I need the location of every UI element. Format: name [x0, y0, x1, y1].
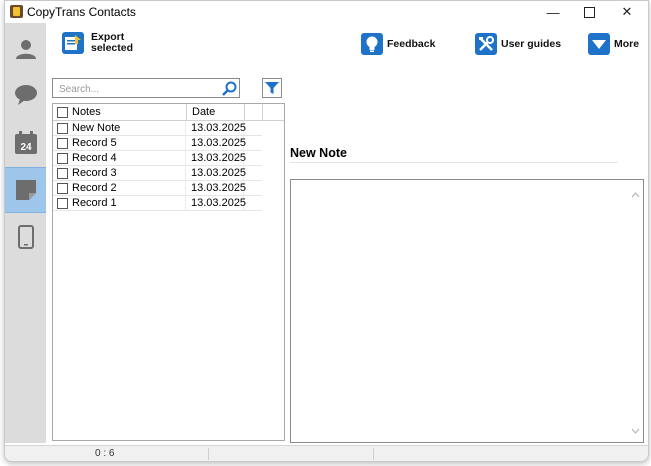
scroll-up-icon[interactable]	[631, 192, 640, 198]
row-checkbox[interactable]	[57, 122, 68, 134]
note-body-editor[interactable]	[290, 179, 644, 443]
table-row[interactable]: Record 2 13.03.2025	[53, 181, 262, 196]
phone-icon	[17, 225, 34, 249]
note-date: 13.03.2025	[191, 197, 247, 209]
export-label-line2: selected	[91, 42, 134, 54]
note-date: 13.03.2025	[191, 182, 247, 194]
title-divider	[290, 162, 618, 163]
table-row[interactable]: Record 5 13.03.2025	[53, 136, 262, 151]
column-header-date[interactable]: Date	[187, 104, 245, 120]
note-date: 13.03.2025	[191, 167, 247, 179]
status-divider	[208, 448, 209, 460]
sidebar-item-contacts[interactable]	[5, 27, 46, 71]
close-icon: ✕	[621, 4, 633, 19]
search-input[interactable]	[57, 80, 226, 98]
note-name: New Note	[72, 122, 121, 134]
close-button[interactable]: ✕	[609, 1, 645, 23]
maximize-button[interactable]	[571, 1, 607, 23]
search-box	[52, 78, 240, 98]
column-header-notes[interactable]: Notes	[53, 104, 187, 120]
select-all-checkbox[interactable]	[57, 106, 68, 118]
table-row[interactable]: Record 4 13.03.2025	[53, 151, 262, 166]
feedback-label: Feedback	[387, 37, 436, 50]
user-guides-label: User guides	[501, 37, 562, 50]
note-name: Record 2	[72, 182, 117, 194]
messages-icon	[14, 85, 37, 105]
sidebar-item-phone[interactable]	[5, 215, 46, 259]
notes-table: Notes Date New Note 13.03.2025 Record 5 …	[52, 103, 285, 441]
table-row[interactable]: Record 3 13.03.2025	[53, 166, 262, 181]
lightbulb-icon	[361, 33, 383, 55]
note-date: 13.03.2025	[191, 122, 247, 134]
notes-icon	[15, 180, 36, 200]
table-header: Notes Date	[53, 104, 284, 121]
sidebar-item-calendar[interactable]: 24	[5, 121, 46, 165]
column-header-extra	[245, 104, 263, 120]
feedback-button[interactable]: Feedback	[361, 33, 435, 55]
sidebar-item-messages[interactable]	[5, 73, 46, 117]
contacts-icon	[15, 40, 36, 59]
app-window: CopyTrans Contacts — ✕ 24 Export selecte…	[4, 0, 649, 462]
maximize-icon	[583, 6, 595, 18]
calendar-day-label: 24	[20, 142, 32, 153]
note-name: Record 3	[72, 167, 117, 179]
minimize-icon: —	[546, 4, 560, 20]
title-bar: CopyTrans Contacts — ✕	[5, 1, 648, 23]
search-icon[interactable]	[221, 81, 237, 97]
note-date: 13.03.2025	[191, 137, 247, 149]
more-button[interactable]: More	[588, 33, 639, 55]
sidebar: 24	[5, 23, 46, 443]
table-row[interactable]: Record 1 13.03.2025	[53, 196, 262, 211]
export-selected-button[interactable]: Export selected	[62, 32, 133, 54]
row-checkbox[interactable]	[57, 197, 68, 209]
calendar-icon: 24	[14, 131, 37, 154]
note-name: Record 5	[72, 137, 117, 149]
window-title: CopyTrans Contacts	[27, 5, 136, 19]
more-label: More	[614, 37, 640, 50]
note-name: Record 4	[72, 152, 117, 164]
status-divider	[373, 448, 374, 460]
note-date: 13.03.2025	[191, 152, 247, 164]
tools-icon	[475, 33, 497, 55]
filter-icon	[265, 81, 279, 94]
row-checkbox[interactable]	[57, 152, 68, 164]
table-row[interactable]: New Note 13.03.2025	[53, 121, 262, 136]
app-logo-icon	[10, 5, 23, 18]
minimize-button[interactable]: —	[535, 1, 571, 23]
filter-button[interactable]	[262, 78, 282, 98]
note-name: Record 1	[72, 197, 117, 209]
scroll-down-icon[interactable]	[631, 428, 640, 434]
note-title: New Note	[290, 146, 347, 160]
column-notes-label: Notes	[72, 106, 101, 118]
row-checkbox[interactable]	[57, 137, 68, 149]
row-checkbox[interactable]	[57, 182, 68, 194]
status-bar: 0 : 6	[5, 445, 648, 461]
row-checkbox[interactable]	[57, 167, 68, 179]
user-guides-button[interactable]: User guides	[475, 33, 561, 55]
chevron-down-icon	[588, 33, 610, 55]
column-date-label: Date	[192, 106, 216, 118]
sidebar-item-notes[interactable]	[5, 167, 46, 213]
export-icon	[62, 32, 84, 54]
selection-count: 0 : 6	[95, 448, 115, 459]
